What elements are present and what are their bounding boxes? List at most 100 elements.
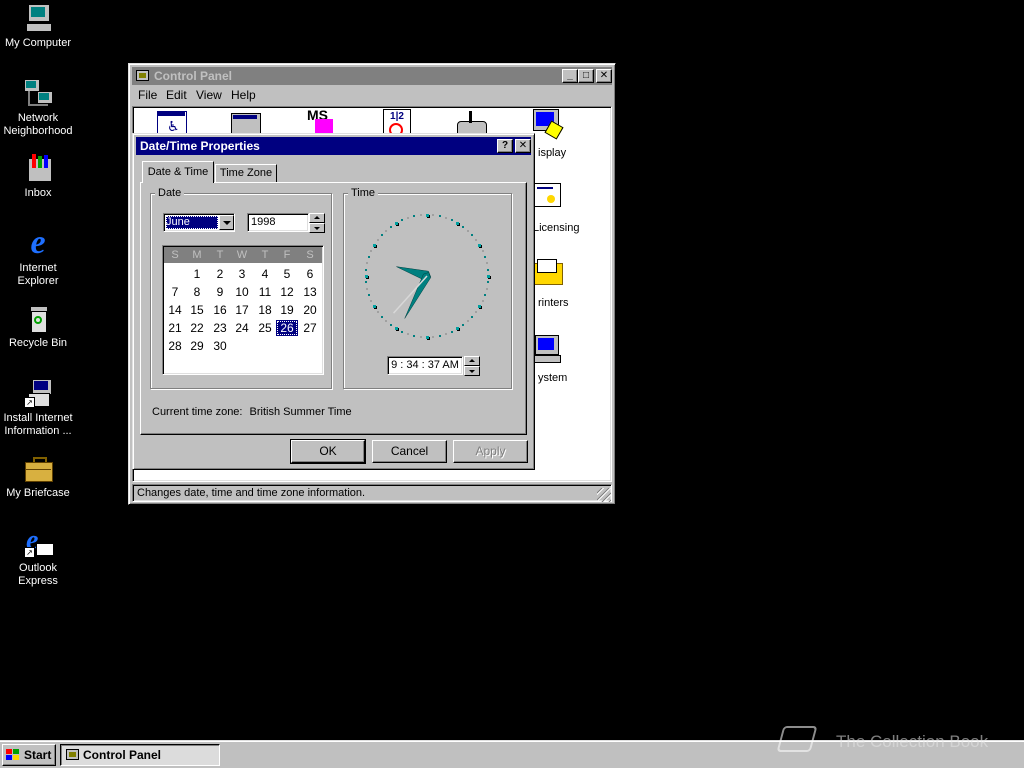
desktop-icon-network-neighborhood[interactable]: Network Neighborhood	[0, 77, 76, 138]
control-panel-menubar: File Edit View Help	[132, 86, 612, 104]
tab-time-zone[interactable]: Time Zone	[215, 164, 277, 183]
time-spinner-up[interactable]	[464, 356, 480, 366]
calendar-day[interactable]: 19	[276, 302, 298, 318]
help-button[interactable]: ?	[497, 139, 513, 153]
calendar-day[interactable]: 27	[299, 320, 321, 336]
calendar-day[interactable]: 5	[276, 266, 298, 282]
close-button[interactable]: ✕	[596, 69, 612, 83]
weekday-thu: T	[261, 249, 269, 261]
desktop-icon-internet-explorer[interactable]: e Internet Explorer	[0, 226, 76, 288]
ok-button[interactable]: OK	[290, 439, 366, 464]
month-select[interactable]: June	[163, 213, 235, 232]
desktop-icon-label: My Computer	[4, 37, 72, 49]
printers-label: rinters	[538, 297, 569, 309]
taskbar-task-control-panel[interactable]: Control Panel	[60, 744, 220, 766]
calendar-day[interactable]: 21	[164, 320, 186, 336]
time-group-label: Time	[348, 187, 379, 200]
calendar-day[interactable]: 4	[254, 266, 276, 282]
desktop-icon-label: Recycle Bin	[8, 337, 68, 349]
calendar-day[interactable]: 30	[209, 338, 231, 354]
weekday-wed: W	[236, 249, 248, 261]
tab-date-time[interactable]: Date & Time	[142, 161, 214, 183]
inbox-icon	[22, 152, 54, 184]
calendar-day[interactable]: 28	[164, 338, 186, 354]
calendar-day[interactable]: 23	[209, 320, 231, 336]
month-dropdown-button[interactable]	[219, 215, 234, 230]
year-input[interactable]: 1998	[247, 213, 309, 232]
desktop-icon-label: Outlook Express	[18, 562, 58, 587]
licensing-icon[interactable]	[531, 181, 563, 213]
calendar-day-selected[interactable]: 26	[276, 320, 298, 336]
tab-time-zone-label: Time Zone	[219, 167, 273, 179]
calendar-day[interactable]: 11	[254, 284, 276, 300]
dialog-titlebar[interactable]: Date/Time Properties	[136, 137, 531, 155]
network-icon	[22, 77, 54, 109]
cancel-button[interactable]: Cancel	[372, 440, 447, 463]
display-icon[interactable]	[531, 109, 564, 141]
calendar-day[interactable]: 9	[209, 284, 231, 300]
weekday-mon: M	[192, 249, 202, 261]
calendar-day[interactable]: 2	[209, 266, 231, 282]
time-spinner-down[interactable]	[464, 366, 480, 376]
calendar-day[interactable]: 10	[231, 284, 253, 300]
calendar-day[interactable]: 6	[299, 266, 321, 282]
desktop-icon-recycle-bin[interactable]: Recycle Bin	[0, 302, 76, 350]
menu-view[interactable]: View	[196, 86, 222, 104]
tab-date-time-label: Date & Time	[147, 166, 209, 178]
desktop-icon-label: My Briefcase	[6, 487, 70, 499]
time-value: 9 : 34 : 37 AM	[391, 359, 459, 371]
calendar-day[interactable]: 14	[164, 302, 186, 318]
system-icon[interactable]	[531, 333, 563, 365]
analog-clock	[362, 211, 492, 341]
date-group-label: Date	[155, 187, 185, 200]
start-button[interactable]: Start	[2, 744, 56, 766]
year-spinner-down[interactable]	[309, 223, 325, 233]
desktop-icon-inbox[interactable]: Inbox	[0, 152, 76, 200]
desktop-icon-label: Install Internet Information ...	[3, 412, 73, 437]
calendar-day[interactable]: 29	[186, 338, 208, 354]
calendar-day[interactable]: 20	[299, 302, 321, 318]
calendar-day[interactable]: 16	[209, 302, 231, 318]
control-panel-horizontal-scrollbar[interactable]	[132, 472, 612, 482]
menu-help[interactable]: Help	[231, 86, 256, 104]
maximize-button[interactable]: □	[578, 69, 594, 83]
timezone-value: British Summer Time	[249, 406, 352, 418]
desktop-icon-my-computer[interactable]: My Computer	[0, 2, 76, 50]
calendar-day[interactable]: 25	[254, 320, 276, 336]
date-time-dialog[interactable]: Date/Time Properties ? ✕ Date & Time Tim…	[132, 133, 535, 470]
year-spinner-up[interactable]	[309, 213, 325, 223]
calendar-day[interactable]: 12	[276, 284, 298, 300]
minimize-button[interactable]: _	[562, 69, 578, 83]
control-panel-title: Control Panel	[154, 69, 233, 83]
apply-button[interactable]: Apply	[453, 440, 528, 463]
calendar-day[interactable]: 1	[186, 266, 208, 282]
month-value: June	[166, 216, 218, 229]
calendar-day[interactable]: 15	[186, 302, 208, 318]
chevron-up-icon	[314, 216, 320, 219]
calendar-day[interactable]: 22	[186, 320, 208, 336]
briefcase-icon	[22, 452, 54, 484]
calendar[interactable]: S M T W T F S 1 2 3 4 5 6 7 8 9 10 11 12 13 14 15 16 17 1…	[162, 245, 324, 375]
calendar-day[interactable]: 8	[186, 284, 208, 300]
calendar-day[interactable]: 3	[231, 266, 253, 282]
printers-icon[interactable]	[531, 257, 563, 289]
weekday-sun: S	[171, 249, 179, 261]
desktop-icon-label: Internet Explorer	[17, 262, 59, 287]
calendar-day[interactable]: 13	[299, 284, 321, 300]
menu-file[interactable]: File	[138, 86, 157, 104]
desktop-icon-outlook-express[interactable]: e ↗ Outlook Express	[0, 527, 76, 588]
desktop-icon-my-briefcase[interactable]: My Briefcase	[0, 452, 76, 500]
dialog-close-button[interactable]: ✕	[515, 139, 531, 153]
windows-logo-icon	[6, 749, 20, 761]
resize-grip-icon[interactable]	[597, 488, 611, 502]
desktop-icon-install-internet-information[interactable]: ↗ Install Internet Information ...	[0, 377, 76, 438]
control-panel-titlebar[interactable]: Control Panel	[132, 67, 612, 85]
watermark-text: The Collection Book	[836, 732, 989, 751]
menu-edit[interactable]: Edit	[166, 86, 187, 104]
calendar-day[interactable]: 24	[231, 320, 253, 336]
calendar-day[interactable]: 7	[164, 284, 186, 300]
time-input[interactable]: 9 : 34 : 37 AM	[387, 356, 463, 375]
calendar-day[interactable]: 18	[254, 302, 276, 318]
calendar-day[interactable]: 17	[231, 302, 253, 318]
control-panel-app-icon	[136, 70, 149, 81]
